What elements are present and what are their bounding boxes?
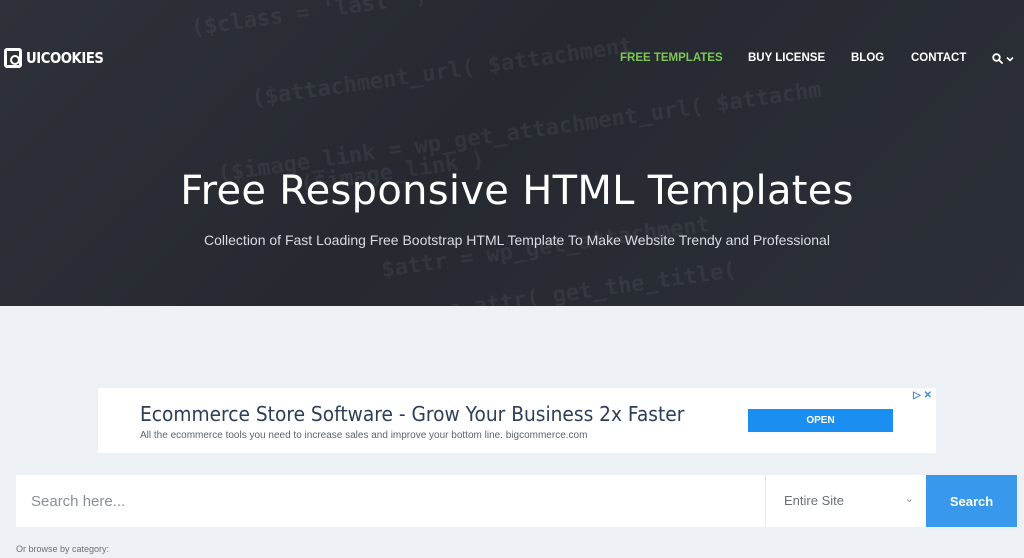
chevron-down-icon bbox=[1006, 56, 1014, 62]
search-input[interactable] bbox=[16, 475, 765, 527]
background-code-line: ($class = 'last' ) bbox=[189, 0, 430, 42]
nav-item-buy-license[interactable]: BUY LICENSE bbox=[748, 52, 825, 64]
ad-banner[interactable]: Ecommerce Store Software - Grow Your Bus… bbox=[98, 388, 936, 453]
page-title: Free Responsive HTML Templates bbox=[180, 168, 854, 214]
ad-choices-icon[interactable]: ▷ ✕ bbox=[913, 390, 932, 401]
nav-item-contact[interactable]: CONTACT bbox=[911, 52, 966, 64]
background-code-line: ($attachment_url( $attachment bbox=[250, 33, 634, 112]
search-toggle[interactable] bbox=[992, 52, 1014, 66]
page-subtitle: Collection of Fast Loading Free Bootstra… bbox=[204, 232, 830, 248]
ad-title[interactable]: Ecommerce Store Software - Grow Your Bus… bbox=[140, 402, 684, 426]
search-scope-value: Entire Site bbox=[784, 493, 844, 508]
hero-section: ($class = 'last' ) ($attachment_url( $at… bbox=[0, 0, 1024, 306]
ad-description: All the ecommerce tools you need to incr… bbox=[140, 430, 588, 441]
ad-open-button[interactable]: OPEN bbox=[748, 409, 893, 432]
template-search-bar: Entire Site ⌄ Search bbox=[16, 475, 1017, 527]
browse-category-label: Or browse by category: bbox=[16, 544, 110, 554]
chevron-down-icon: ⌄ bbox=[904, 493, 914, 505]
main-nav: FREE TEMPLATES BUY LICENSE BLOG CONTACT bbox=[0, 52, 1024, 66]
search-scope-select[interactable]: Entire Site ⌄ bbox=[765, 475, 926, 527]
search-button[interactable]: Search bbox=[926, 475, 1017, 527]
search-icon bbox=[992, 53, 1003, 64]
nav-item-free-templates[interactable]: FREE TEMPLATES bbox=[620, 52, 723, 64]
nav-item-blog[interactable]: BLOG bbox=[851, 52, 884, 64]
